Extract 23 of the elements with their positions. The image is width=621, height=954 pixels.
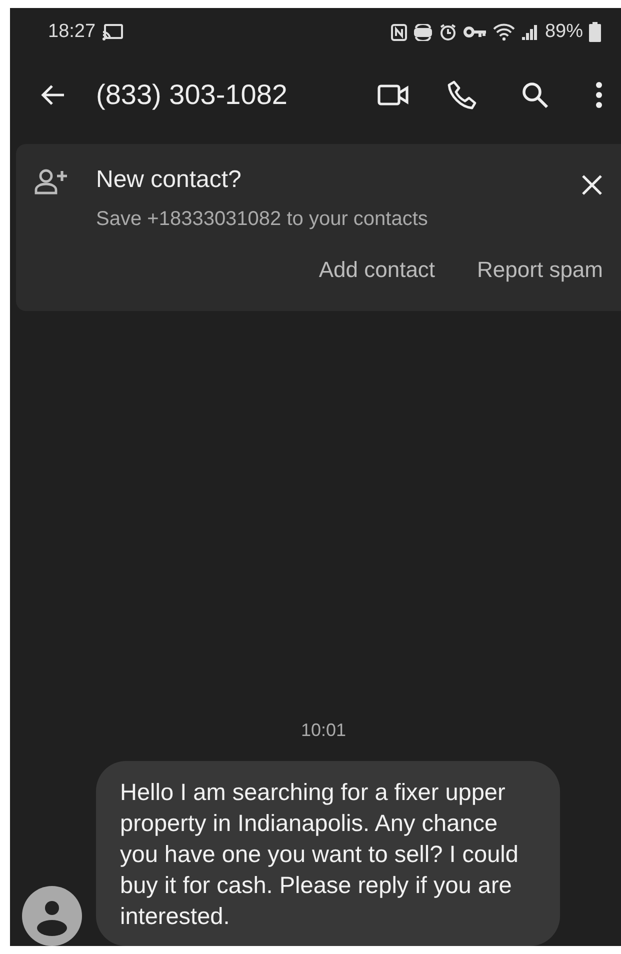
report-spam-button[interactable]: Report spam [477, 257, 603, 283]
card-subtitle: Save +18333031082 to your contacts [96, 208, 429, 231]
search-icon[interactable] [521, 81, 549, 109]
battery-icon [589, 22, 601, 42]
back-arrow-icon[interactable] [40, 84, 66, 106]
close-icon[interactable] [581, 174, 603, 196]
card-title: New contact? [96, 166, 242, 194]
video-call-icon[interactable] [377, 83, 409, 107]
key-icon [462, 25, 487, 39]
more-options-icon[interactable] [595, 81, 603, 109]
nfc-icon [390, 24, 407, 40]
add-contact-button[interactable]: Add contact [318, 257, 436, 283]
message-bubble: Hello I am searching for a fixer upper property in Indianapolis. Any chance you have one you want to sell? I could buy it for cash. Please reply if you are interested. [96, 761, 560, 946]
signal-icon [520, 24, 539, 40]
wifi-icon [492, 23, 515, 41]
alarm-icon [438, 23, 457, 41]
contact-number-title: (833) 303-1082 [96, 79, 288, 111]
status-time: 18:27 [48, 21, 96, 43]
battery-percentage: 89% [544, 21, 583, 43]
phone-icon[interactable] [447, 80, 477, 110]
cast-icon [102, 23, 124, 41]
message-timestamp: 10:01 [300, 720, 346, 741]
add-person-icon [34, 168, 70, 196]
